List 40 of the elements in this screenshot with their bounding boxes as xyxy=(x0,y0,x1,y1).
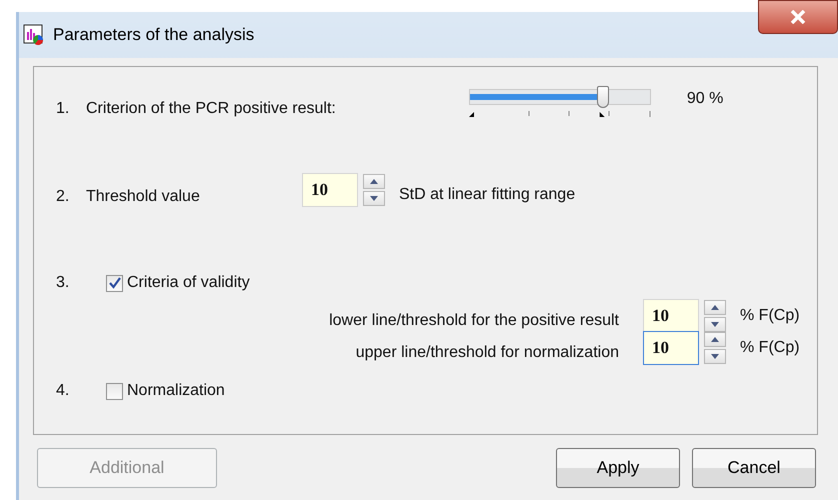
slider-track[interactable] xyxy=(468,89,651,105)
up-arrow-icon xyxy=(370,179,378,184)
checkbox[interactable] xyxy=(106,274,123,292)
spin-down-button[interactable] xyxy=(704,317,726,332)
down-arrow-icon xyxy=(370,196,378,201)
item-number: 1. xyxy=(56,99,70,119)
down-arrow-icon xyxy=(711,322,719,327)
close-button[interactable] xyxy=(758,0,838,34)
unit-label: StD at linear fitting range xyxy=(399,185,576,205)
unit-label: % F(Cp) xyxy=(740,338,801,358)
spin-up-button[interactable] xyxy=(704,332,726,347)
item-number: 3. xyxy=(56,273,70,293)
chart-icon xyxy=(23,24,45,46)
check-icon xyxy=(108,277,120,289)
unit-label: % F(Cp) xyxy=(740,306,801,326)
dialog-button[interactable]: Apply xyxy=(556,448,680,488)
up-arrow-icon xyxy=(711,337,719,342)
spin-down-button[interactable] xyxy=(704,349,726,364)
spin-up-button[interactable] xyxy=(363,174,385,189)
number-field[interactable]: 10 xyxy=(643,299,699,333)
dialog-button[interactable]: Cancel xyxy=(692,448,816,488)
up-arrow-icon xyxy=(711,305,719,310)
field-label: lower line/threshold for the positive result xyxy=(329,311,619,331)
checkbox-label: Criteria of validity xyxy=(127,273,250,293)
slider-value: 90 % xyxy=(686,89,724,109)
slider-thumb[interactable] xyxy=(597,86,610,108)
criterion-label: Criterion of the PCR positive result: xyxy=(86,99,336,119)
spin-down-button[interactable] xyxy=(363,191,385,206)
window-title: Parameters of the analysis xyxy=(53,24,254,46)
checkbox-label: Normalization xyxy=(127,381,225,401)
number-field[interactable]: 10 xyxy=(643,331,699,365)
spin-up-button[interactable] xyxy=(704,300,726,315)
close-icon xyxy=(790,10,806,24)
item-number: 2. xyxy=(56,187,70,207)
number-field[interactable]: 10 xyxy=(302,173,358,207)
checkbox[interactable] xyxy=(106,382,123,400)
threshold-label: Threshold value xyxy=(86,187,201,207)
down-arrow-icon xyxy=(711,354,719,359)
field-label: upper line/threshold for normalization xyxy=(356,343,619,363)
item-number: 4. xyxy=(56,381,70,401)
